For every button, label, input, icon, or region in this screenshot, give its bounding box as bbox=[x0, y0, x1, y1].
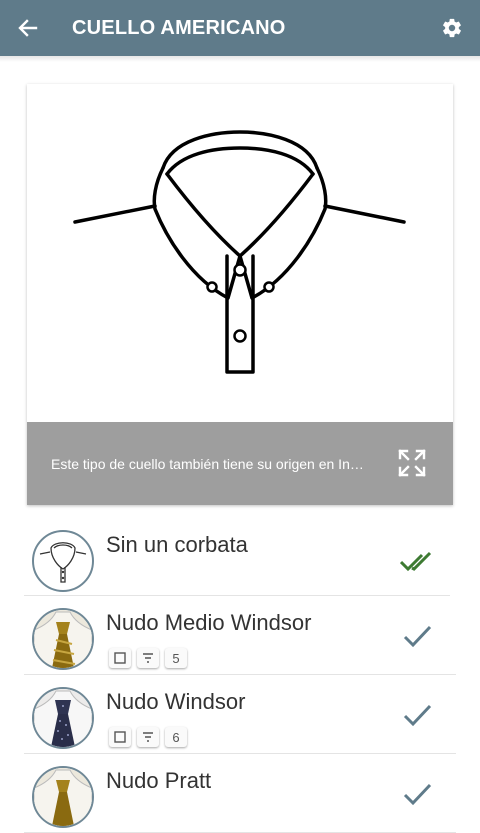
checkbox-icon[interactable] bbox=[109, 727, 131, 747]
pratt-avatar bbox=[32, 766, 94, 828]
double-check-icon bbox=[400, 551, 432, 572]
difficulty-level: 5 bbox=[165, 648, 187, 668]
difficulty-icon bbox=[137, 648, 159, 668]
app-bar-shadow bbox=[0, 56, 480, 62]
check-icon bbox=[403, 625, 432, 648]
list-item[interactable]: Nudo Windsor 6 bbox=[24, 675, 456, 754]
caption-text: Este tipo de cuello también tiene su ori… bbox=[51, 455, 371, 472]
check-icon bbox=[403, 783, 432, 806]
list-item[interactable]: Nudo Medio Windsor 5 bbox=[24, 596, 456, 675]
collar-card[interactable]: Este tipo de cuello también tiene su ori… bbox=[27, 84, 453, 505]
fullscreen-icon[interactable] bbox=[397, 448, 427, 478]
settings-button[interactable] bbox=[424, 0, 480, 56]
knot-name: Nudo Windsor bbox=[106, 689, 246, 714]
no-tie-avatar bbox=[32, 530, 94, 592]
windsor-avatar bbox=[32, 687, 94, 749]
knot-name: Sin un corbata bbox=[106, 532, 248, 557]
check-icon bbox=[403, 704, 432, 727]
difficulty-icon bbox=[137, 727, 159, 747]
knot-name: Nudo Pratt bbox=[106, 768, 212, 793]
difficulty-level: 6 bbox=[165, 727, 187, 747]
collar-illustration bbox=[27, 84, 453, 422]
list-item[interactable]: Sin un corbata bbox=[24, 518, 450, 596]
knot-tags: 6 bbox=[109, 727, 187, 747]
arrow-back-icon bbox=[18, 19, 38, 37]
knot-list: Sin un corbata Nudo Medio Windsor 5 Nudo… bbox=[24, 518, 456, 833]
list-item[interactable]: Nudo Pratt bbox=[24, 754, 456, 833]
checkbox-icon[interactable] bbox=[109, 648, 131, 668]
knot-tags: 5 bbox=[109, 648, 187, 668]
collar-caption: Este tipo de cuello también tiene su ori… bbox=[27, 422, 453, 505]
knot-name: Nudo Medio Windsor bbox=[106, 610, 312, 635]
gear-icon bbox=[443, 18, 461, 38]
app-bar: CUELLO AMERICANO bbox=[0, 0, 480, 56]
back-button[interactable] bbox=[0, 0, 56, 56]
half-windsor-avatar bbox=[32, 608, 94, 670]
page-title: CUELLO AMERICANO bbox=[72, 16, 286, 39]
